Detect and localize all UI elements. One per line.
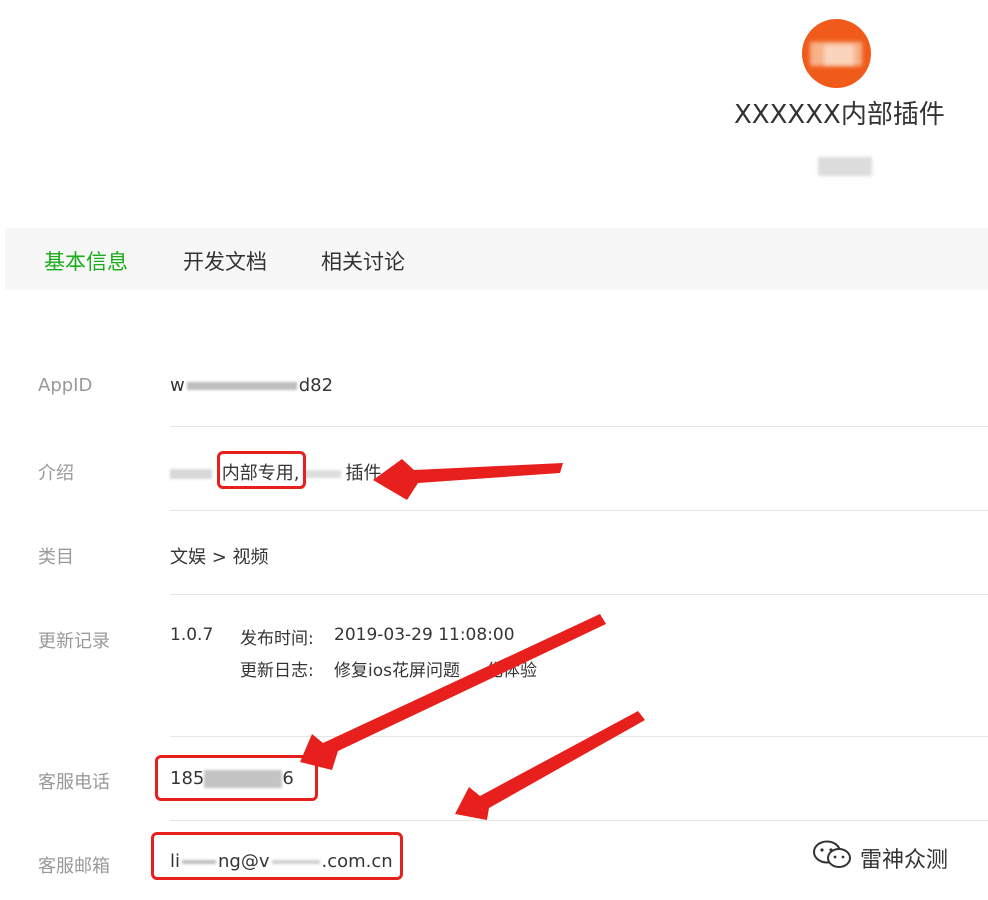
appid-value: w d82 [170,375,333,396]
arrow-to-email [455,711,645,820]
appid-value-start: w [170,375,185,396]
divider [170,736,988,737]
wechat-icon [813,840,851,868]
plugin-logo [802,19,871,88]
intro-highlight-box [217,451,306,489]
email-label: 客服邮箱 [38,856,110,877]
intro-label: 介绍 [38,463,74,484]
redacted-subtitle [818,157,872,176]
tab-bar: 基本信息 开发文档 相关讨论 [5,228,988,290]
appid-label: AppID [38,375,93,396]
plugin-detail-page: XXXXXX内部插件 基本信息 开发文档 相关讨论 AppID w d82 介绍 … [0,0,988,900]
phone-label: 客服电话 [38,772,110,793]
update-log-label: 更新日志: [240,661,314,681]
divider [170,820,988,821]
appid-value-end: d82 [298,375,334,396]
phone-highlight-box [155,755,318,801]
divider [170,510,988,511]
tab-discussion[interactable]: 相关讨论 [321,246,405,276]
tab-dev-docs[interactable]: 开发文档 [183,246,267,276]
divider [170,426,988,427]
changelog-version: 1.0.7 [170,625,214,645]
watermark-text: 雷神众测 [860,848,949,873]
category-value: 文娱 > 视频 [170,547,269,568]
release-time-value: 2019-03-29 11:08:00 [334,625,515,645]
plugin-name: XXXXXX内部插件 [734,100,945,130]
annotation-arrows [300,459,645,820]
category-label: 类目 [38,547,74,568]
email-highlight-box [151,832,403,880]
divider [170,594,988,595]
tab-basic-info[interactable]: 基本信息 [44,246,128,276]
changelog-label: 更新记录 [38,631,110,652]
update-log-value: 修复ios花屏问题 化体验 [334,661,537,681]
arrow-to-intro [373,459,563,500]
intro-value-suffix: 插件 [345,463,382,484]
release-time-label: 发布时间: [240,629,314,649]
